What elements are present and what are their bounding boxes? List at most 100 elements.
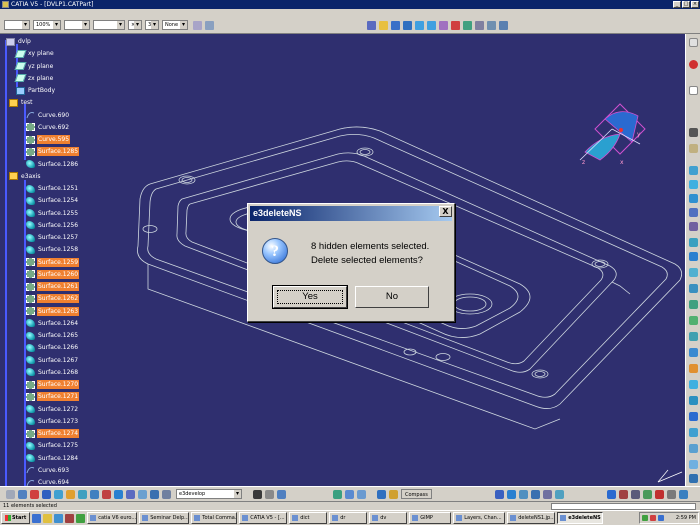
loft-icon[interactable]: [689, 252, 698, 261]
curvature-icon[interactable]: [377, 489, 386, 499]
tree-node[interactable]: Surface.1266: [26, 342, 79, 353]
draft-analysis-icon[interactable]: [357, 489, 366, 499]
tree-node[interactable]: Surface.1254: [26, 195, 79, 206]
tree-node[interactable]: Surface.1284: [26, 453, 79, 464]
shape-fillet-icon[interactable]: [618, 489, 628, 499]
tree-node[interactable]: Surface.1263: [26, 306, 80, 317]
tray-network-icon[interactable]: [642, 515, 648, 521]
window-close-button[interactable]: ×: [691, 1, 699, 8]
untrim-icon[interactable]: [689, 316, 698, 325]
translate-icon[interactable]: [689, 412, 698, 421]
tree-node[interactable]: Surface.1273: [26, 416, 79, 427]
tree-node[interactable]: Surface.1258: [26, 244, 79, 255]
surfaces-icon[interactable]: [642, 489, 652, 499]
tray-antivirus-icon[interactable]: [650, 515, 656, 521]
extrude-icon[interactable]: [689, 166, 698, 175]
tree-node[interactable]: Curve.692: [26, 122, 70, 133]
tray-volume-icon[interactable]: [658, 515, 664, 521]
sketch-icon[interactable]: [205, 20, 214, 30]
delete-icon[interactable]: [654, 489, 664, 499]
sketch-tool-icon[interactable]: [689, 38, 698, 47]
tree-node[interactable]: Surface.1274: [26, 428, 80, 439]
start-button[interactable]: Start: [1, 512, 31, 524]
tree-node[interactable]: Curve.694: [26, 477, 70, 486]
taskbar-button[interactable]: GIMP: [409, 512, 452, 524]
hide-show-icon[interactable]: [487, 20, 496, 30]
tree-node[interactable]: Surface.1271: [26, 391, 80, 402]
taskbar-button[interactable]: deleteNS1.jp...: [507, 512, 556, 524]
painter-icon[interactable]: [193, 20, 202, 30]
view-mode-icon[interactable]: [542, 489, 552, 499]
copy-icon[interactable]: [666, 489, 676, 499]
quicklaunch-desktop-icon[interactable]: [54, 513, 64, 523]
tree-node[interactable]: Surface.1270: [26, 379, 80, 390]
extract-icon[interactable]: [689, 380, 698, 389]
zoom-out-icon[interactable]: [427, 20, 436, 30]
tree-node[interactable]: Surface.1267: [26, 355, 79, 366]
tree-node[interactable]: Surface.1261: [26, 281, 80, 292]
quicklaunch-folder-icon[interactable]: [43, 513, 53, 523]
minimize-button[interactable]: _: [673, 1, 681, 8]
point-symbol-combo[interactable]: ×: [128, 20, 142, 30]
revolve-icon[interactable]: [689, 180, 698, 189]
tree-node[interactable]: Surface.1256: [26, 220, 79, 231]
tree-node[interactable]: Curve.595: [26, 134, 71, 145]
dialog-close-button[interactable]: X: [439, 206, 452, 217]
options-icon[interactable]: [530, 489, 540, 499]
tree-node[interactable]: Surface.1268: [26, 367, 79, 378]
quicklaunch-app-icon[interactable]: [65, 513, 75, 523]
snap-icon[interactable]: [54, 489, 63, 499]
explode-icon[interactable]: [494, 489, 504, 499]
command-input[interactable]: [551, 503, 696, 510]
taskbar-button[interactable]: dict: [289, 512, 328, 524]
swap-space-icon[interactable]: [499, 20, 508, 30]
tree-node[interactable]: Surface.1285: [26, 146, 80, 157]
symmetry-icon[interactable]: [689, 444, 698, 453]
fly-mode-icon[interactable]: [367, 20, 376, 30]
fillet-icon[interactable]: [689, 396, 698, 405]
catalog-icon[interactable]: [30, 489, 39, 499]
visualize-icon[interactable]: [277, 489, 286, 499]
chamfer-icon[interactable]: [606, 489, 616, 499]
tree-node[interactable]: Curve.693: [26, 465, 70, 476]
taskbar-button[interactable]: dv: [369, 512, 408, 524]
active-set-combo[interactable]: e3develop: [176, 489, 242, 499]
compass-toggle-icon[interactable]: [389, 489, 398, 499]
law-icon[interactable]: [90, 489, 99, 499]
macro-icon[interactable]: [253, 489, 262, 499]
tree-node[interactable]: Surface.1257: [26, 232, 79, 243]
insert-set-icon[interactable]: [138, 489, 147, 499]
boundary-icon[interactable]: [689, 364, 698, 373]
blend-icon[interactable]: [689, 268, 698, 277]
extrapolate-icon[interactable]: [689, 474, 698, 483]
tree-node[interactable]: Surface.1265: [26, 330, 79, 341]
tree-node[interactable]: yz plane: [14, 61, 54, 72]
rotate-icon[interactable]: [403, 20, 412, 30]
taskbar-button[interactable]: e3deleteNS: [557, 512, 604, 524]
offset-icon[interactable]: [689, 208, 698, 217]
analysis-icon[interactable]: [333, 489, 342, 499]
color-combo[interactable]: [4, 20, 30, 30]
layer-combo[interactable]: None: [162, 20, 188, 30]
line-type-combo[interactable]: [93, 20, 125, 30]
compass-button[interactable]: Compass: [401, 489, 432, 499]
select-icon[interactable]: [689, 86, 698, 95]
tree-node[interactable]: Surface.1259: [26, 257, 80, 268]
tree-node[interactable]: Surface.1275: [26, 440, 79, 451]
measure-icon[interactable]: [18, 489, 27, 499]
tree-node[interactable]: test: [9, 97, 34, 108]
normal-view-icon[interactable]: [439, 20, 448, 30]
edge-fillet-icon[interactable]: [630, 489, 640, 499]
taskbar-button[interactable]: CATIA V5 - [...: [239, 512, 288, 524]
join-icon[interactable]: [689, 284, 698, 293]
tree-node[interactable]: Surface.1260: [26, 269, 80, 280]
datum-icon[interactable]: [506, 489, 516, 499]
connect-icon[interactable]: [345, 489, 354, 499]
grid-icon[interactable]: [114, 489, 123, 499]
tree-node[interactable]: Surface.1251: [26, 183, 79, 194]
fit-all-icon[interactable]: [379, 20, 388, 30]
tree-node[interactable]: e3axis: [9, 171, 42, 182]
tree-node[interactable]: Surface.1272: [26, 404, 79, 415]
no-button[interactable]: No: [355, 286, 429, 308]
axis-system-icon[interactable]: [42, 489, 51, 499]
